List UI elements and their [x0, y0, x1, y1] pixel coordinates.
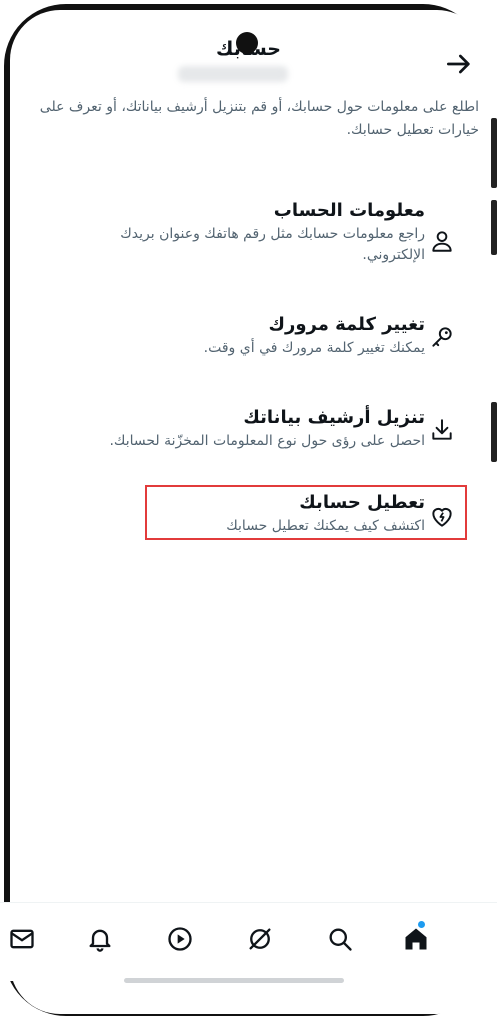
- menu-item-title: تغيير كلمة مرورك: [268, 314, 425, 335]
- search-icon[interactable]: [326, 925, 354, 953]
- person-icon: [432, 231, 452, 252]
- play-icon[interactable]: [166, 925, 194, 953]
- menu-item-account-info[interactable]: معلومات الحساب راجع معلومات حسابك مثل رق…: [70, 198, 473, 266]
- key-icon: [432, 327, 452, 347]
- menu-item-change-password[interactable]: تغيير كلمة مرورك يمكنك تغيير كلمة مرورك …: [70, 312, 473, 359]
- intro-text: اطلع على معلومات حول حسابك، أو قم بتنزيل…: [39, 99, 479, 138]
- bottom-nav: [0, 902, 497, 981]
- username-blurred: [178, 66, 288, 82]
- back-arrow-icon[interactable]: [443, 48, 475, 80]
- grok-icon[interactable]: [246, 925, 274, 953]
- menu-item-description: احصل على رؤى حول نوع المعلومات المخزّنة …: [109, 433, 425, 449]
- menu-item-description: يمكنك تغيير كلمة مرورك في أي وقت.: [203, 340, 425, 356]
- home-indicator: [124, 978, 344, 983]
- menu-item-description: راجع معلومات حسابك مثل رقم هاتفك وعنوان …: [120, 226, 425, 263]
- highlight-box: [145, 485, 467, 540]
- home-icon[interactable]: [402, 925, 430, 953]
- phone-side-button: [491, 402, 497, 462]
- menu-item-download-archive[interactable]: تنزيل أرشيف بياناتك احصل على رؤى حول نوع…: [70, 405, 473, 452]
- bell-icon[interactable]: [86, 925, 114, 953]
- front-camera: [236, 32, 258, 54]
- phone-side-button: [491, 200, 497, 255]
- notification-dot: [418, 921, 425, 928]
- menu-item-title: معلومات الحساب: [273, 200, 425, 221]
- menu-item-title: تنزيل أرشيف بياناتك: [243, 407, 425, 428]
- phone-side-button: [491, 118, 497, 188]
- download-icon: [432, 419, 452, 440]
- mail-icon[interactable]: [8, 925, 36, 953]
